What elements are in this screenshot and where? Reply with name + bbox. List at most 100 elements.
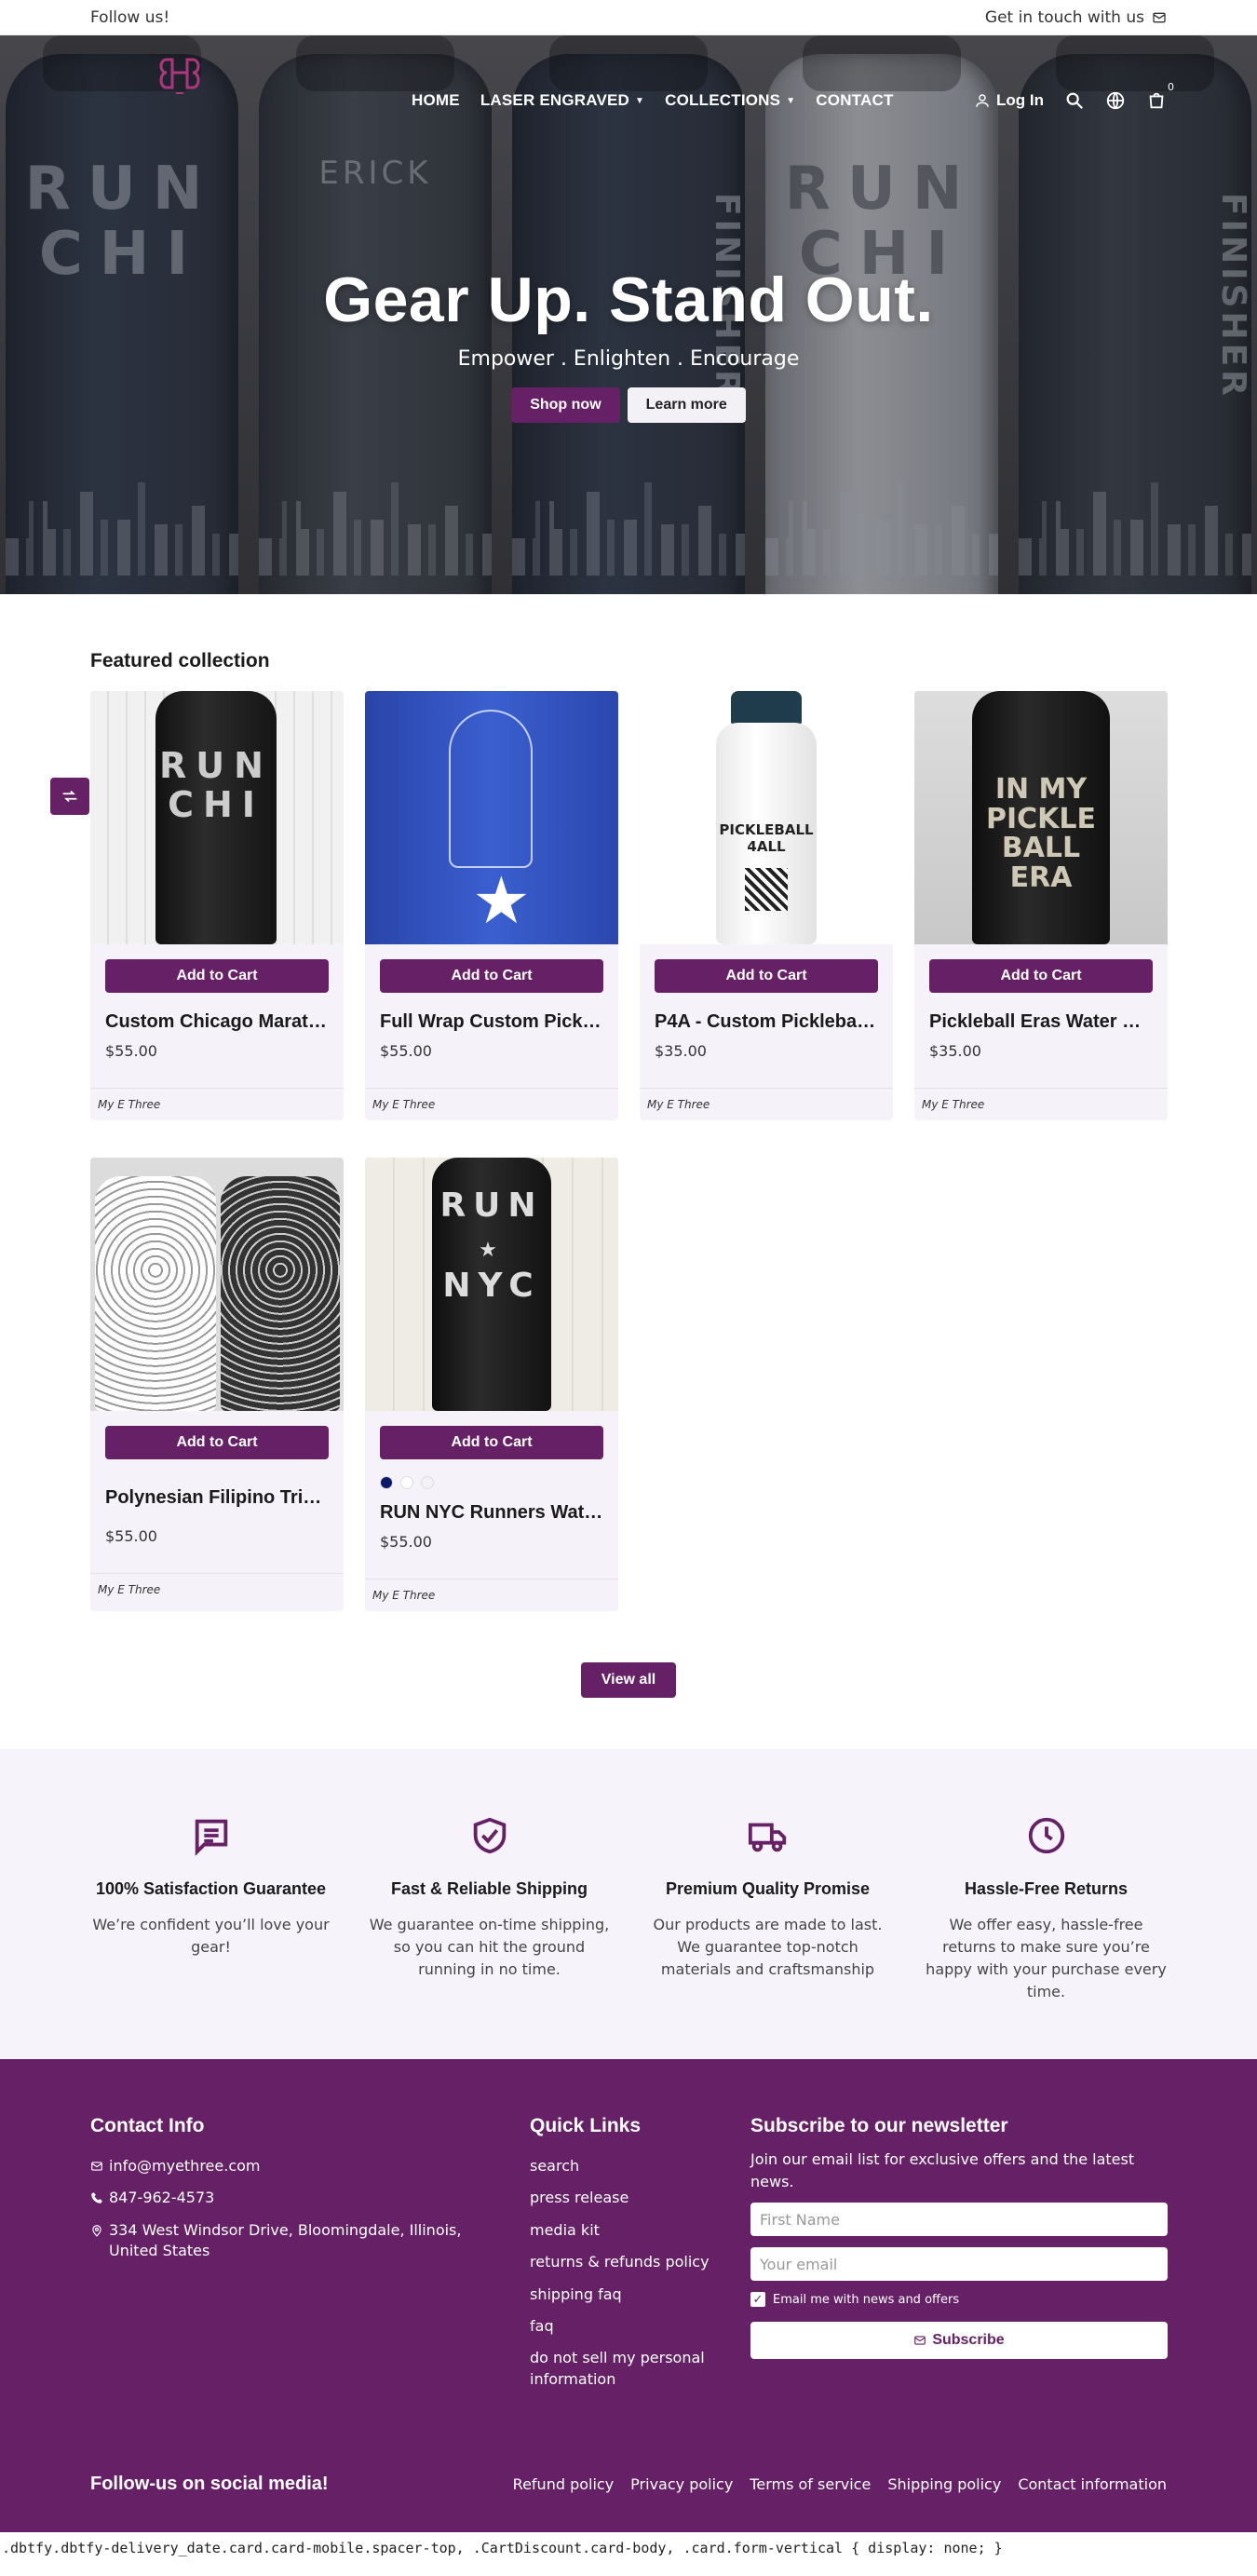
product-title[interactable]: Full Wrap Custom Pickleball Bottle [380, 1011, 603, 1033]
logo-icon [159, 58, 200, 94]
product-price: $35.00 [929, 1042, 981, 1060]
add-to-cart-button[interactable]: Add to Cart [380, 1426, 603, 1459]
feature-text: Our products are made to last. We guaran… [653, 1916, 883, 1978]
feature-title: Fast & Reliable Shipping [390, 1879, 588, 1898]
policy-link-shipping[interactable]: Shipping policy [887, 2475, 1001, 2493]
consent-label: Email me with news and offers [773, 2292, 960, 2307]
cart-count: 0 [1168, 81, 1174, 93]
footer-link-press-release[interactable]: press release [530, 2188, 750, 2208]
contact-email-label: info@myethree.com [109, 2157, 261, 2175]
subscribe-button[interactable]: Subscribe [750, 2322, 1168, 2359]
nav-home[interactable]: HOME [412, 91, 460, 110]
subscribe-label: Subscribe [932, 2332, 1005, 2348]
mail-icon [91, 2162, 102, 2171]
product-vendor: My E Three [365, 1579, 618, 1611]
feature-item: Premium Quality Promise Our products are… [647, 1814, 888, 2003]
clock-icon [1028, 1817, 1064, 1854]
product-title[interactable]: RUN NYC Runners Water Bottle [380, 1502, 603, 1524]
product-image[interactable]: RUN CHI [90, 691, 344, 944]
color-swatch-light[interactable] [421, 1476, 434, 1489]
chevron-down-icon: ▼ [786, 95, 796, 106]
contact-phone[interactable]: 847-962-4573 [90, 2188, 530, 2208]
hero-subtitle: Empower . Enlighten . Encourage [457, 347, 800, 371]
product-image[interactable]: ★ [365, 691, 618, 944]
color-swatch-white[interactable] [400, 1476, 413, 1489]
feature-title: Premium Quality Promise [665, 1879, 871, 1898]
footer-link-search[interactable]: search [530, 2156, 750, 2176]
message-icon [195, 1819, 227, 1856]
policy-link-terms[interactable]: Terms of service [750, 2475, 871, 2493]
learn-more-button[interactable]: Learn more [627, 387, 746, 423]
add-to-cart-button[interactable]: Add to Cart [105, 1426, 329, 1459]
product-vendor: My E Three [90, 1088, 344, 1120]
first-name-input[interactable]: First Name [750, 2203, 1168, 2236]
search-icon[interactable] [1064, 90, 1085, 111]
chevron-down-icon: ▼ [635, 95, 645, 106]
product-grid: RUN CHI Add to Cart Custom Chicago Marath… [90, 691, 1168, 1611]
globe-icon[interactable] [1105, 90, 1126, 111]
email-input[interactable]: Your email [750, 2247, 1168, 2281]
hero-title: Gear Up. Stand Out. [323, 264, 934, 335]
product-title[interactable]: Custom Chicago Marathon Water Bottle [105, 1011, 329, 1033]
footer-link-media-kit[interactable]: media kit [530, 2220, 750, 2241]
product-image[interactable]: PICKLEBALL 4ALL [640, 691, 893, 944]
footer-link-do-not-sell[interactable]: do not sell my personal information [530, 2348, 750, 2390]
contact-address-label: 334 West Windsor Drive, Bloomingdale, Il… [109, 2220, 462, 2260]
main-menu: HOME LASER ENGRAVED ▼ COLLECTIONS ▼ CONTAC… [412, 91, 894, 110]
product-price: $55.00 [380, 1533, 432, 1551]
policy-link-contact[interactable]: Contact information [1018, 2475, 1167, 2493]
compare-icon [62, 790, 77, 803]
contact-email[interactable]: info@myethree.com [90, 2156, 530, 2176]
mail-icon [1153, 12, 1166, 22]
contact-link[interactable]: Get in touch with us [985, 8, 1167, 27]
add-to-cart-button[interactable]: Add to Cart [105, 959, 329, 993]
footer-link-returns[interactable]: returns & refunds policy [530, 2252, 750, 2272]
header-actions: Log In 0 [974, 81, 1174, 111]
shield-check-icon [473, 1817, 506, 1854]
product-title[interactable]: Polynesian Filipino Tribal Bottle [105, 1487, 329, 1509]
policy-link-refund[interactable]: Refund policy [513, 2475, 615, 2493]
product-image[interactable]: RUN ★ NYC [365, 1158, 618, 1411]
newsletter-consent[interactable]: ✓ Email me with news and offers [750, 2292, 1168, 2307]
product-image[interactable] [90, 1158, 344, 1411]
feature-text: We’re confident you’ll love your gear! [92, 1916, 330, 1956]
footer-link-shipping-faq[interactable]: shipping faq [530, 2285, 750, 2305]
add-to-cart-button[interactable]: Add to Cart [655, 959, 878, 993]
compare-toggle-button[interactable] [50, 778, 89, 815]
cart-button[interactable]: 0 [1146, 81, 1174, 111]
product-card[interactable]: Add to Cart Polynesian Filipino Tribal B… [90, 1158, 344, 1611]
add-to-cart-button[interactable]: Add to Cart [929, 959, 1153, 993]
main-header: HOME LASER ENGRAVED ▼ COLLECTIONS ▼ CONTAC… [0, 35, 1257, 124]
product-image[interactable]: IN MY PICKLE BALL ERA [914, 691, 1168, 944]
product-card[interactable]: RUN ★ NYC Add to Cart RUN NYC Runners Wate… [365, 1158, 618, 1611]
view-all-button[interactable]: View all [580, 1662, 677, 1698]
product-card[interactable]: IN MY PICKLE BALL ERA Add to Cart Picklebal… [914, 691, 1168, 1120]
hero-content: Gear Up. Stand Out. Empower . Enlighten … [0, 264, 1257, 423]
cart-icon [1149, 92, 1164, 109]
product-title[interactable]: Pickleball Eras Water Bottle [929, 1011, 1153, 1033]
product-card[interactable]: ★ Add to Cart Full Wrap Custom Picklebal… [365, 691, 618, 1120]
policy-link-privacy[interactable]: Privacy policy [630, 2475, 733, 2493]
nav-laser-engraved[interactable]: LASER ENGRAVED ▼ [480, 91, 644, 110]
nav-contact[interactable]: CONTACT [816, 91, 893, 110]
phone-icon [91, 2192, 102, 2204]
footer-link-faq[interactable]: faq [530, 2316, 750, 2337]
checkbox-checked-icon[interactable]: ✓ [750, 2292, 765, 2307]
product-card[interactable]: RUN CHI Add to Cart Custom Chicago Marath… [90, 691, 344, 1120]
color-swatch-navy[interactable] [380, 1476, 393, 1489]
site-logo[interactable] [154, 50, 206, 102]
follow-us-text: Follow us! [90, 7, 170, 27]
product-vendor: My E Three [914, 1088, 1168, 1120]
login-link[interactable]: Log In [974, 91, 1044, 110]
footer-heading: Subscribe to our newsletter [750, 2115, 1008, 2136]
feature-item: Hassle-Free Returns We offer easy, hassl… [926, 1814, 1167, 2003]
product-title[interactable]: P4A - Custom Pickleball Bottle [655, 1011, 878, 1033]
product-card[interactable]: PICKLEBALL 4ALL Add to Cart P4A - Custom … [640, 691, 893, 1120]
nav-collections[interactable]: COLLECTIONS ▼ [665, 91, 795, 110]
add-to-cart-button[interactable]: Add to Cart [380, 959, 603, 993]
policy-links: Refund policy Privacy policy Terms of se… [513, 2475, 1167, 2493]
featured-collection: Featured collection RUN CHI Add to Cart C… [0, 594, 1257, 1735]
product-price: $55.00 [105, 1042, 157, 1060]
truck-icon [748, 1823, 786, 1852]
shop-now-button[interactable]: Shop now [511, 387, 620, 423]
